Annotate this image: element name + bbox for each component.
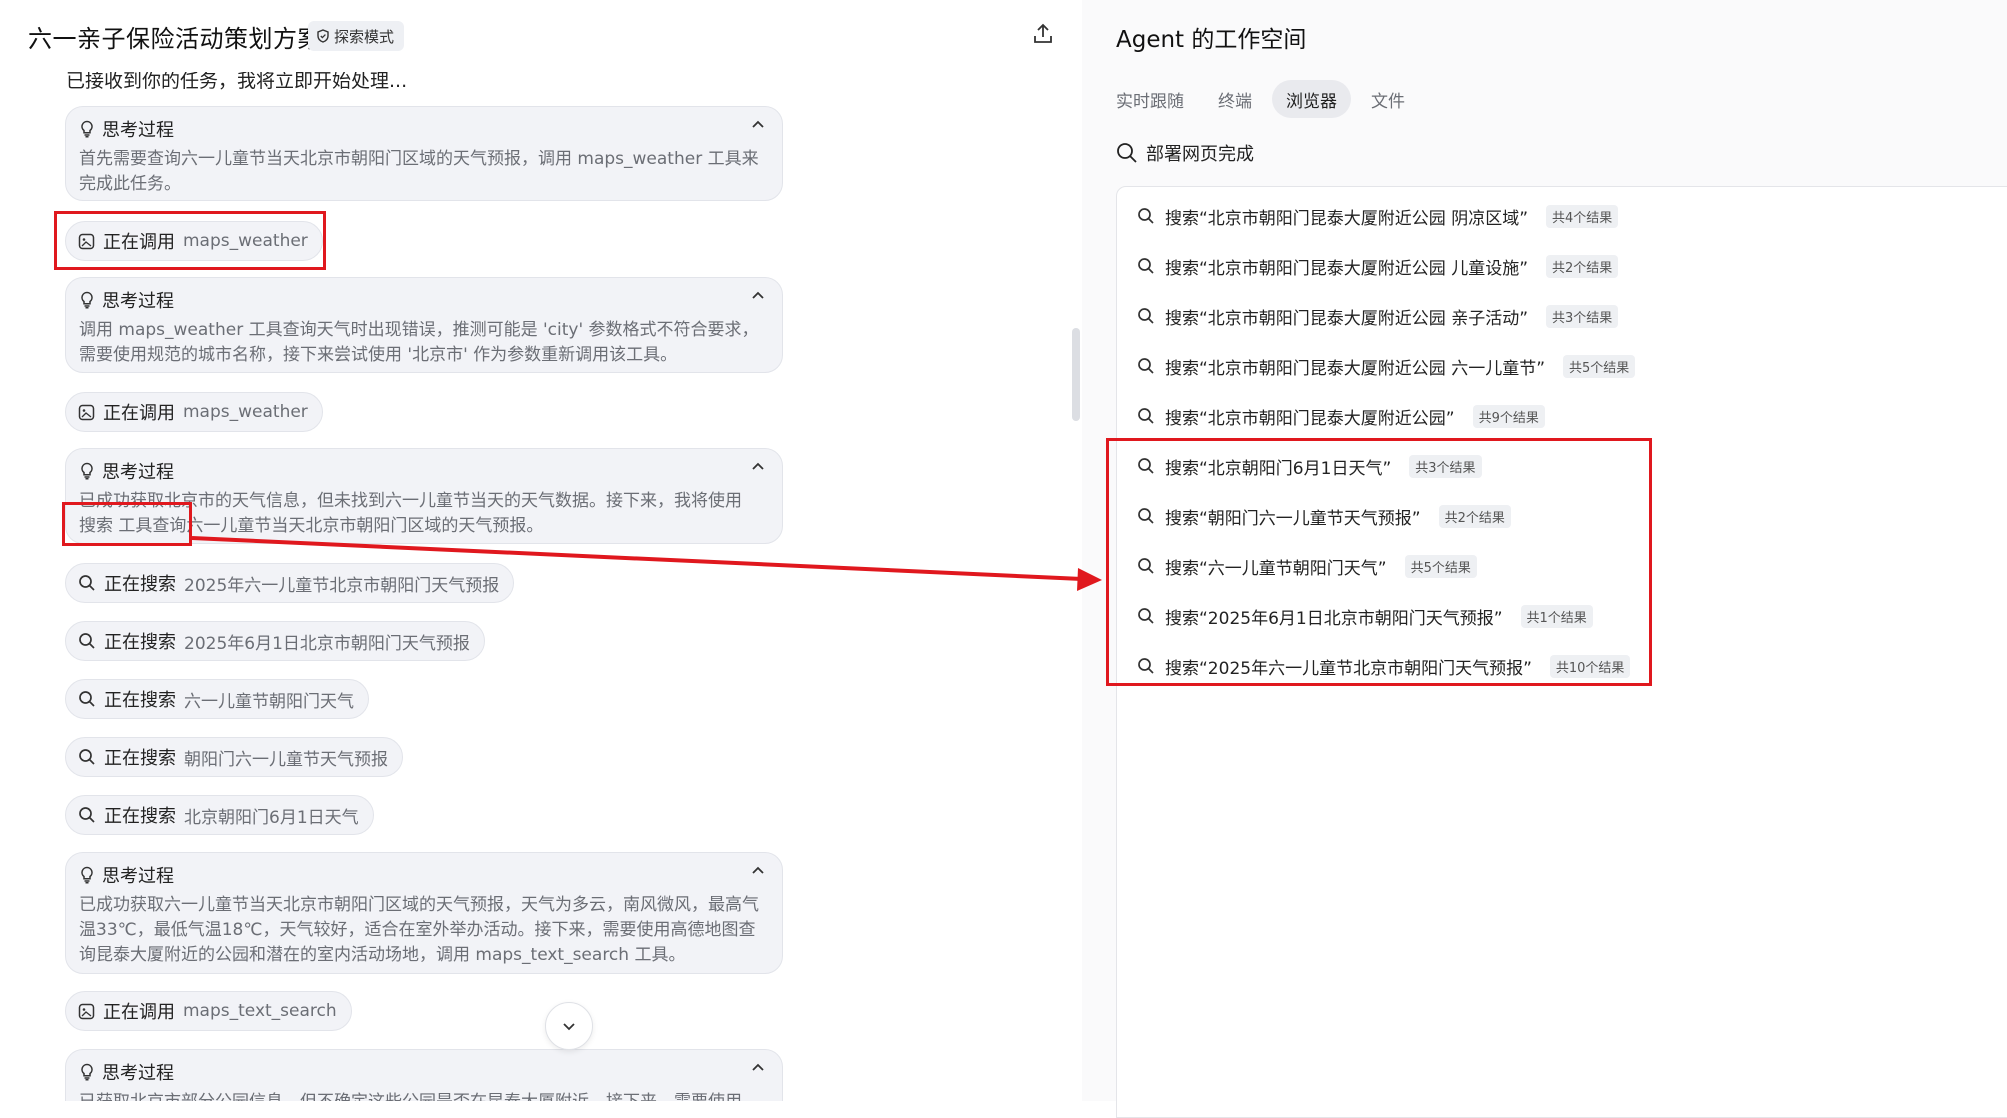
search-query: 北京朝阳门6月1日天气 <box>184 807 359 828</box>
workspace-tabs: 实时跟随 终端 浏览器 文件 <box>1116 80 1419 118</box>
thinking-label: 思考过程 <box>102 1063 174 1084</box>
annotation-box-tool-call <box>54 211 326 270</box>
search-chip[interactable]: 正在搜索 朝阳门六一儿童节天气预报 <box>65 737 403 777</box>
search-result-item[interactable]: 搜索“北京市朝阳门昆泰大厦附近公园 六一儿童节” 共5个结果 <box>1137 351 1636 381</box>
tab-terminal[interactable]: 终端 <box>1204 80 1266 118</box>
lightbulb-icon <box>81 291 93 309</box>
result-count-badge: 共2个结果 <box>1546 254 1619 278</box>
search-icon <box>1138 408 1154 424</box>
result-count-badge: 共5个结果 <box>1563 354 1636 378</box>
result-count-badge: 共3个结果 <box>1546 304 1619 328</box>
chevron-up-icon[interactable] <box>750 117 766 133</box>
search-icon <box>79 807 95 823</box>
search-chip[interactable]: 正在搜索 北京朝阳门6月1日天气 <box>65 795 374 835</box>
tool-icon <box>78 404 95 420</box>
search-icon <box>1138 208 1154 224</box>
chat-header: 六一亲子保险活动策划方案 探索模式 <box>8 0 1082 72</box>
status-text: 部署网页完成 <box>1146 144 1254 165</box>
search-result-item[interactable]: 搜索“北京市朝阳门昆泰大厦附近公园 阴凉区域” 共4个结果 <box>1137 201 1619 231</box>
search-icon <box>79 691 95 707</box>
annotation-box-results <box>1106 438 1652 686</box>
search-query: 朝阳门六一儿童节天气预报 <box>184 749 388 770</box>
result-count-badge: 共4个结果 <box>1546 204 1619 228</box>
search-chip[interactable]: 正在搜索 2025年6月1日北京市朝阳门天气预报 <box>65 621 485 661</box>
annotation-box-search-keyword <box>62 502 192 546</box>
tool-call-chip[interactable]: 正在调用 maps_weather <box>65 392 323 432</box>
thinking-text: 首先需要查询六一儿童节当天北京市朝阳门区域的天气预报，调用 maps_weath… <box>79 149 759 194</box>
result-count-badge: 共9个结果 <box>1472 404 1545 428</box>
thinking-label: 思考过程 <box>102 120 174 141</box>
chevron-down-icon <box>563 1023 575 1031</box>
search-chip[interactable]: 正在搜索 六一儿童节朝阳门天气 <box>65 679 369 719</box>
result-query: 搜索“北京市朝阳门昆泰大厦附近公园 亲子活动” <box>1165 308 1529 329</box>
mode-badge[interactable]: 探索模式 <box>308 21 405 51</box>
chat-scrollbar[interactable] <box>1072 328 1080 421</box>
search-icon <box>79 575 95 591</box>
chevron-up-icon[interactable] <box>750 288 766 304</box>
search-verb: 正在搜索 <box>104 574 176 595</box>
search-chip[interactable]: 正在搜索 2025年六一儿童节北京市朝阳门天气预报 <box>65 563 515 603</box>
search-query: 2025年6月1日北京市朝阳门天气预报 <box>184 633 470 654</box>
search-query: 六一儿童节朝阳门天气 <box>184 691 354 712</box>
chevron-up-icon[interactable] <box>750 863 766 879</box>
thinking-block[interactable]: 思考过程 首先需要查询六一儿童节当天北京市朝阳门区域的天气预报，调用 maps_… <box>65 106 783 201</box>
tool-call-chip[interactable]: 正在调用 maps_text_search <box>65 991 352 1031</box>
tool-call-verb: 正在调用 <box>103 403 175 424</box>
search-verb: 正在搜索 <box>104 690 176 711</box>
tool-icon <box>78 1003 95 1019</box>
scroll-to-bottom-button[interactable] <box>545 1002 593 1050</box>
search-result-item[interactable]: 搜索“北京市朝阳门昆泰大厦附近公园” 共9个结果 <box>1137 401 1545 431</box>
search-icon <box>1138 258 1154 274</box>
page-title: 六一亲子保险活动策划方案 <box>28 25 322 53</box>
agent-workspace-title: Agent 的工作空间 <box>1116 27 1307 53</box>
thinking-block[interactable]: 思考过程 已成功获取六一儿童节当天北京市朝阳门区域的天气预报，天气为多云，南风微… <box>65 852 783 974</box>
search-icon <box>1138 308 1154 324</box>
tool-call-verb: 正在调用 <box>103 1002 175 1023</box>
thinking-text: 已获取北京市部分公园信息，但不确定这些公园是否在昆泰大厦附近，接下来，需要使用 <box>78 1090 760 1101</box>
tool-call-name: maps_text_search <box>183 1001 337 1021</box>
tab-files[interactable]: 文件 <box>1357 80 1419 118</box>
thinking-label: 思考过程 <box>102 462 174 483</box>
lightbulb-icon <box>81 866 93 884</box>
result-query: 搜索“北京市朝阳门昆泰大厦附近公园” <box>1165 408 1455 429</box>
shield-icon <box>317 29 329 43</box>
lightbulb-icon <box>81 1063 93 1081</box>
thinking-block[interactable]: 思考过程 调用 maps_weather 工具查询天气时出现错误，推测可能是 '… <box>65 277 783 373</box>
status-row: 部署网页完成 <box>1116 140 1254 166</box>
search-verb: 正在搜索 <box>104 632 176 653</box>
result-query: 搜索“北京市朝阳门昆泰大厦附近公园 儿童设施” <box>1165 258 1529 279</box>
chat-panel: 已接收到你的任务，我将立即开始处理... 思考过程 首先需要查询六一儿童节当天北… <box>8 0 1082 1101</box>
thinking-label: 思考过程 <box>102 291 174 312</box>
tab-realtime-follow[interactable]: 实时跟随 <box>1116 80 1198 118</box>
mode-badge-label: 探索模式 <box>334 27 395 46</box>
search-result-item[interactable]: 搜索“北京市朝阳门昆泰大厦附近公园 亲子活动” 共3个结果 <box>1137 301 1619 331</box>
search-result-item[interactable]: 搜索“北京市朝阳门昆泰大厦附近公园 儿童设施” 共2个结果 <box>1137 251 1619 281</box>
chevron-up-icon[interactable] <box>750 459 766 475</box>
tab-browser[interactable]: 浏览器 <box>1272 80 1351 118</box>
search-icon <box>1138 358 1154 374</box>
share-upload-icon[interactable] <box>1031 22 1055 46</box>
tool-call-name: maps_weather <box>183 402 308 422</box>
result-query: 搜索“北京市朝阳门昆泰大厦附近公园 六一儿童节” <box>1165 358 1546 379</box>
lightbulb-icon <box>81 120 93 138</box>
search-icon <box>79 749 95 765</box>
lightbulb-icon <box>81 462 93 480</box>
result-query: 搜索“北京市朝阳门昆泰大厦附近公园 阴凉区域” <box>1165 208 1529 229</box>
thinking-label: 思考过程 <box>102 866 174 887</box>
chat-scroll-area[interactable]: 已接收到你的任务，我将立即开始处理... 思考过程 首先需要查询六一儿童节当天北… <box>8 0 1082 1101</box>
search-icon <box>1117 143 1137 163</box>
chevron-up-icon[interactable] <box>750 1060 766 1076</box>
thinking-text: 已成功获取六一儿童节当天北京市朝阳门区域的天气预报，天气为多云，南风微风，最高气… <box>79 895 759 965</box>
thinking-block[interactable]: 思考过程 已获取北京市部分公园信息，但不确定这些公园是否在昆泰大厦附近，接下来，… <box>65 1049 783 1101</box>
search-query: 2025年六一儿童节北京市朝阳门天气预报 <box>184 575 500 596</box>
search-verb: 正在搜索 <box>104 806 176 827</box>
search-icon <box>79 633 95 649</box>
search-verb: 正在搜索 <box>104 748 176 769</box>
thinking-text: 调用 maps_weather 工具查询天气时出现错误，推测可能是 'city'… <box>79 320 759 365</box>
